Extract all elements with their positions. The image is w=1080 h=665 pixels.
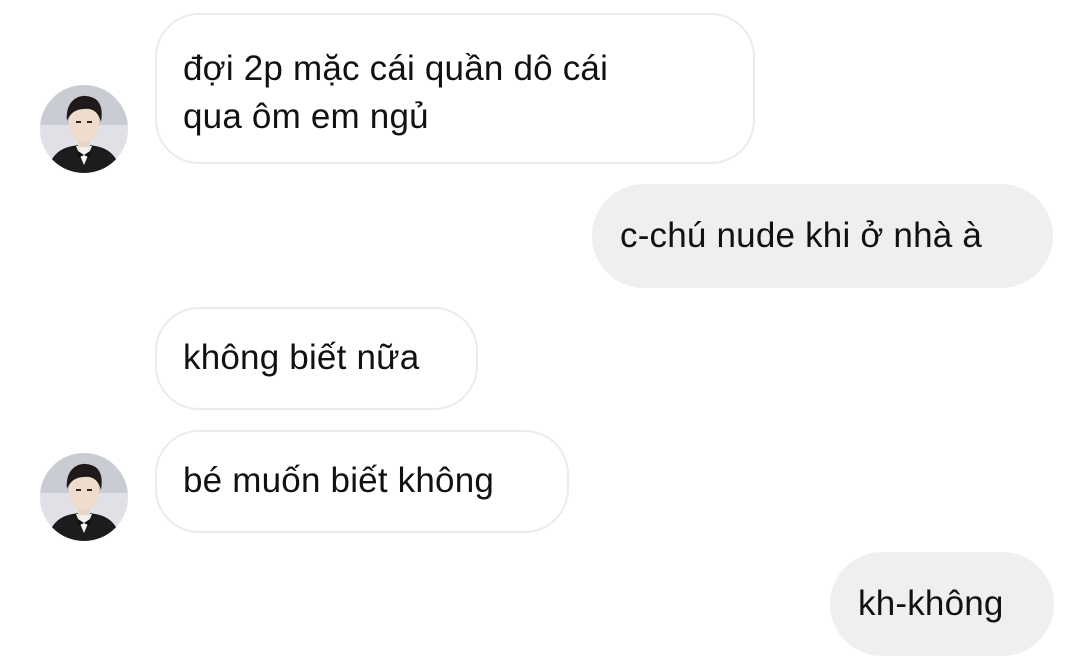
message-text: không biết nữa [183, 338, 420, 377]
contact-avatar[interactable] [40, 85, 128, 173]
message-bubble-incoming[interactable]: đợi 2p mặc cái quần dô cái qua ôm em ngủ [155, 13, 755, 164]
message-text: kh-không [858, 584, 1004, 623]
message-text: qua ôm em ngủ [183, 97, 429, 136]
message-text: bé muốn biết không [183, 461, 495, 500]
message-bubble-incoming[interactable]: bé muốn biết không [155, 430, 569, 533]
contact-avatar[interactable] [40, 453, 128, 541]
message-bubble-outgoing[interactable]: c-chú nude khi ở nhà à [592, 184, 1053, 288]
avatar-photo-icon [40, 85, 128, 173]
message-bubble-incoming[interactable]: không biết nữa [155, 307, 478, 410]
avatar-photo-icon [40, 453, 128, 541]
message-bubble-outgoing[interactable]: kh-không [830, 552, 1054, 656]
message-text: đợi 2p mặc cái quần dô cái [183, 49, 609, 88]
message-text: c-chú nude khi ở nhà à [620, 216, 983, 255]
